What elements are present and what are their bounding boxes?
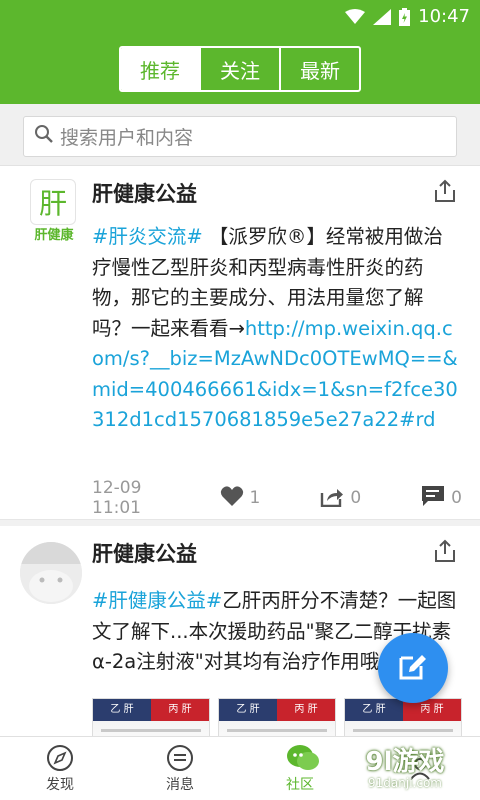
tab-following[interactable]: 关注 [201,48,281,90]
compass-icon [46,744,74,772]
header: 推荐 关注 最新 [0,33,480,104]
watermark: 9l游戏 91danji.com [340,748,470,792]
status-time: 10:47 [418,6,470,27]
like-button[interactable]: 1 [220,485,261,512]
avatar-glyph: 肝 [38,187,67,220]
community-icon [286,744,319,772]
nav-label: 社区 [286,776,314,793]
tab-recommended[interactable]: 推荐 [121,48,201,90]
search-input[interactable]: 搜索用户和内容 [23,116,457,157]
nav-discover[interactable]: 发现 [0,737,120,800]
signal-icon [373,8,392,25]
thumb-label-right: 丙 肝 [151,699,209,721]
thumb-label-left: 乙 肝 [93,699,151,721]
battery-icon [399,7,411,26]
image-thumbnail[interactable]: 乙 肝丙 肝 [218,698,336,736]
image-thumbnails: 乙 肝丙 肝 乙 肝丙 肝 乙 肝丙 肝 [92,698,462,736]
post-tag[interactable]: #肝炎交流# [92,225,203,248]
author-name[interactable]: 肝健康公益 [92,538,197,568]
image-thumbnail[interactable]: 乙 肝丙 肝 [344,698,462,736]
post-content: #肝炎交流# 【派罗欣®】经常被用做治疗慢性乙型肝炎和丙型病毒性肝炎的药物，那它… [92,222,462,436]
feed-tabs: 推荐 关注 最新 [119,46,361,92]
compose-button[interactable] [378,633,448,703]
thumb-label-right: 丙 肝 [277,699,335,721]
watermark-main: 9l游戏 [365,747,445,777]
thumb-label-left: 乙 肝 [219,699,277,721]
status-bar: 10:47 [0,0,480,33]
search-placeholder: 搜索用户和内容 [60,127,194,149]
post-footer: 12-09 11:01 1 0 0 [92,478,462,518]
comment-count: 0 [451,488,462,508]
author-name[interactable]: 肝健康公益 [92,178,197,208]
repost-button[interactable]: 0 [320,485,361,512]
post-tag[interactable]: #肝健康公益# [92,589,222,612]
post-card[interactable]: 肝健康公益 #肝健康公益#乙肝丙肝分不清楚？一起图文了解下...本次援助药品"聚… [0,526,480,736]
message-icon [166,744,194,772]
wifi-icon [345,8,366,25]
avatar[interactable]: 肝 [30,179,76,225]
comment-icon [421,485,445,512]
avatar-caption: 肝健康 [34,228,74,243]
thumb-label-left: 乙 肝 [345,699,403,721]
comment-button[interactable]: 0 [421,485,462,512]
heart-icon [220,485,244,512]
search-bar: 搜索用户和内容 [0,104,480,166]
like-count: 1 [249,488,261,508]
nav-label: 发现 [46,776,74,793]
watermark-sub: 91danji.com [368,776,442,790]
tab-latest[interactable]: 最新 [281,48,359,90]
post-time: 12-09 11:01 [92,478,142,518]
search-icon [34,124,54,149]
repost-icon [320,485,344,512]
nav-messages[interactable]: 消息 [120,737,240,800]
image-thumbnail[interactable]: 乙 肝丙 肝 [92,698,210,736]
repost-count: 0 [350,488,362,508]
edit-icon [397,650,429,686]
nav-label: 消息 [166,776,194,793]
avatar[interactable] [20,542,82,604]
share-icon[interactable] [432,538,458,564]
share-icon[interactable] [432,178,458,204]
post-card[interactable]: 肝 肝健康 肝健康公益 #肝炎交流# 【派罗欣®】经常被用做治疗慢性乙型肝炎和丙… [0,166,480,520]
